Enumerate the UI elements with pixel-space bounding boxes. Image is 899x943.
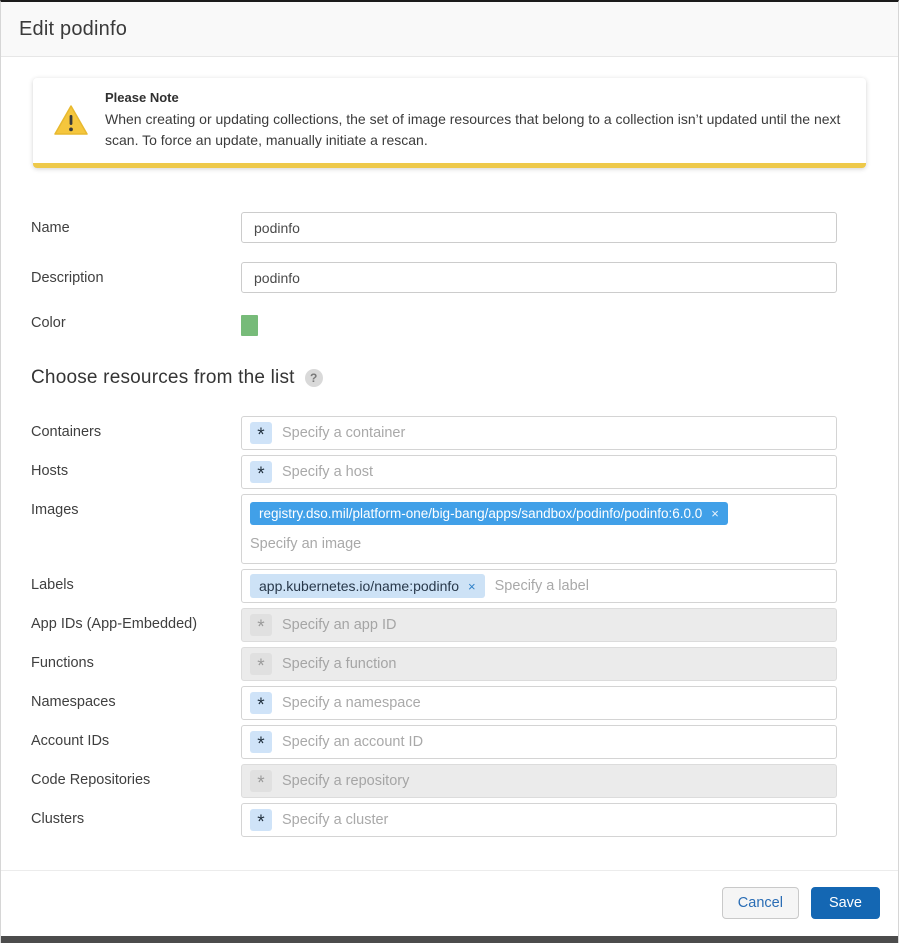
resource-row-containers: Containers * [31, 416, 868, 450]
containers-field[interactable]: * [241, 416, 837, 450]
label-tag-text: app.kubernetes.io/name:podinfo [259, 578, 459, 594]
name-label: Name [31, 220, 241, 236]
name-row: Name [31, 212, 868, 243]
functions-field: * [241, 647, 837, 681]
field-label: Clusters [31, 803, 241, 827]
images-field[interactable]: registry.dso.mil/platform-one/big-bang/a… [241, 494, 837, 564]
hosts-input[interactable] [282, 460, 828, 484]
field-label: Code Repositories [31, 764, 241, 788]
labels-input[interactable] [495, 574, 828, 598]
account-ids-field[interactable]: * [241, 725, 837, 759]
description-row: Description [31, 262, 868, 293]
color-swatch[interactable] [241, 315, 258, 336]
account-ids-input[interactable] [282, 730, 828, 754]
field-label: Account IDs [31, 725, 241, 749]
wildcard-asterisk-button: * [250, 653, 272, 675]
window-bottom-edge [1, 936, 898, 943]
resource-row-hosts: Hosts * [31, 455, 868, 489]
color-row: Color [31, 315, 868, 336]
app-ids-field: * [241, 608, 837, 642]
image-tag-text: registry.dso.mil/platform-one/big-bang/a… [259, 506, 702, 521]
image-tag[interactable]: registry.dso.mil/platform-one/big-bang/a… [250, 502, 728, 525]
notice-title: Please Note [105, 90, 846, 105]
resource-row-code-repositories: Code Repositories * [31, 764, 868, 798]
dialog-body: Please Note When creating or updating co… [1, 57, 898, 870]
color-label: Color [31, 315, 241, 331]
name-input[interactable] [241, 212, 837, 243]
field-label: Hosts [31, 455, 241, 479]
edit-collection-dialog: Edit podinfo Please Note When creating o… [0, 0, 899, 943]
resource-row-functions: Functions * [31, 647, 868, 681]
field-label: Images [31, 494, 241, 518]
warning-triangle-icon [51, 104, 91, 137]
code-repositories-field: * [241, 764, 837, 798]
dialog-footer: Cancel Save [1, 870, 898, 936]
dialog-title: Edit podinfo [19, 18, 127, 41]
labels-field[interactable]: app.kubernetes.io/name:podinfo × [241, 569, 837, 603]
wildcard-asterisk-button[interactable]: * [250, 731, 272, 753]
resource-row-images: Images registry.dso.mil/platform-one/big… [31, 494, 868, 564]
app-ids-input [282, 613, 828, 637]
field-label: Containers [31, 416, 241, 440]
field-label: App IDs (App-Embedded) [31, 608, 241, 632]
containers-input[interactable] [282, 421, 828, 445]
wildcard-asterisk-button: * [250, 614, 272, 636]
resource-row-clusters: Clusters * [31, 803, 868, 837]
resource-row-labels: Labels app.kubernetes.io/name:podinfo × [31, 569, 868, 603]
description-input[interactable] [241, 262, 837, 293]
wildcard-asterisk-button[interactable]: * [250, 422, 272, 444]
help-icon[interactable]: ? [305, 369, 323, 387]
remove-tag-icon[interactable]: × [468, 579, 476, 594]
code-repositories-input [282, 769, 828, 793]
wildcard-asterisk-button[interactable]: * [250, 809, 272, 831]
save-button[interactable]: Save [811, 887, 880, 919]
resource-rows: Containers * Hosts * Images [31, 416, 868, 837]
cancel-button[interactable]: Cancel [722, 887, 799, 919]
clusters-field[interactable]: * [241, 803, 837, 837]
field-label: Labels [31, 569, 241, 593]
dialog-header: Edit podinfo [1, 2, 898, 57]
namespaces-input[interactable] [282, 691, 828, 715]
images-input[interactable] [250, 532, 437, 556]
hosts-field[interactable]: * [241, 455, 837, 489]
resources-section-header: Choose resources from the list ? [31, 367, 868, 389]
wildcard-asterisk-button[interactable]: * [250, 461, 272, 483]
description-label: Description [31, 270, 241, 286]
resource-row-namespaces: Namespaces * [31, 686, 868, 720]
remove-tag-icon[interactable]: × [711, 506, 719, 521]
resource-row-app-ids: App IDs (App-Embedded) * [31, 608, 868, 642]
notice-text: Please Note When creating or updating co… [105, 90, 846, 151]
resource-row-account-ids: Account IDs * [31, 725, 868, 759]
namespaces-field[interactable]: * [241, 686, 837, 720]
wildcard-asterisk-button[interactable]: * [250, 692, 272, 714]
functions-input [282, 652, 828, 676]
label-tag[interactable]: app.kubernetes.io/name:podinfo × [250, 574, 485, 598]
form-area: Name Description Color Choose resources … [1, 212, 898, 837]
wildcard-asterisk-button: * [250, 770, 272, 792]
clusters-input[interactable] [282, 808, 828, 832]
notice-banner: Please Note When creating or updating co… [33, 78, 866, 168]
resources-section-title: Choose resources from the list [31, 367, 295, 389]
field-label: Namespaces [31, 686, 241, 710]
notice-body: When creating or updating collections, t… [105, 109, 846, 151]
field-label: Functions [31, 647, 241, 671]
